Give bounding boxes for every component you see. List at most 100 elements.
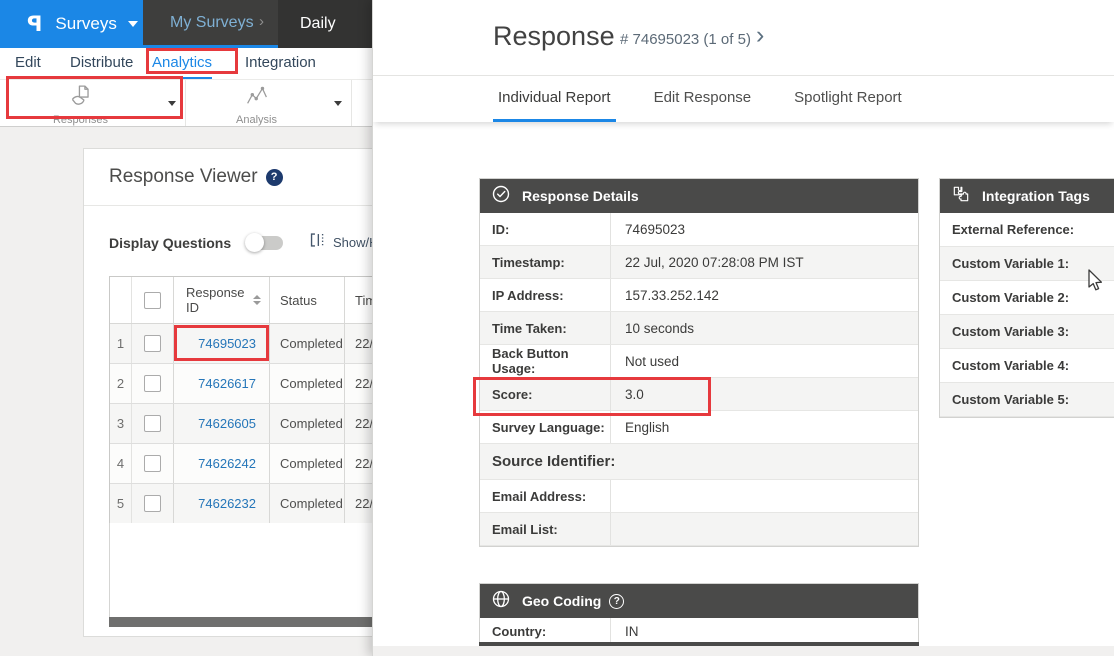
detail-row: ID:74695023 xyxy=(480,213,918,246)
sort-icon[interactable] xyxy=(253,295,261,305)
response-details-card: Response Details ID:74695023 Timestamp:2… xyxy=(479,178,919,547)
analysis-label: Analysis xyxy=(236,114,277,126)
response-viewer-title: Response Viewer xyxy=(109,166,258,188)
line-chart-icon xyxy=(244,83,270,113)
check-circle-icon xyxy=(491,184,511,209)
detail-row-score: Score:3.0 xyxy=(480,378,918,411)
geo-row: Country: IN xyxy=(480,618,918,644)
row-checkbox-cell xyxy=(132,484,174,523)
panel-header: Response # 74695023 (1 of 5) › xyxy=(373,0,1114,76)
row-checkbox[interactable] xyxy=(144,455,161,472)
top-navbar: P Surveys My Surveys › Daily xyxy=(0,0,400,48)
response-details-title: Response Details xyxy=(522,188,639,204)
table-row: 1 74695023 Completed 22/ xyxy=(110,324,398,364)
table-empty-area xyxy=(109,523,399,618)
row-number: 2 xyxy=(110,364,132,403)
panel-tabs: Individual Report Edit Response Spotligh… xyxy=(373,76,1114,122)
responses-caret-down-icon[interactable] xyxy=(168,101,176,106)
survey-menu: Edit Distribute Analytics Integration xyxy=(0,48,372,80)
integration-tag-row: Custom Variable 3: xyxy=(940,315,1114,349)
response-id-link[interactable]: 74626617 xyxy=(198,376,256,391)
table-header-row: Response ID Status Tim xyxy=(110,277,398,324)
geo-coding-card: Geo Coding ? Country: IN xyxy=(479,583,919,644)
response-viewer-header: Response Viewer ? xyxy=(84,149,382,206)
detail-row: Email List: xyxy=(480,513,918,546)
row-checkbox-cell xyxy=(132,364,174,403)
menu-item-distribute[interactable]: Distribute xyxy=(70,48,133,79)
responses-hand-icon xyxy=(68,83,94,113)
detail-row-source-identifier: Source Identifier: xyxy=(480,444,918,480)
detail-row: Time Taken:10 seconds xyxy=(480,312,918,345)
response-id-cell: 74626232 xyxy=(174,484,270,523)
panel-title: Response xyxy=(493,21,615,52)
status-cell: Completed xyxy=(270,484,345,523)
help-icon[interactable]: ? xyxy=(266,169,283,186)
logo-icon: P xyxy=(27,12,42,36)
horizontal-scrollbar[interactable] xyxy=(109,617,399,627)
status-cell: Completed xyxy=(270,404,345,443)
breadcrumb-separator: › xyxy=(259,0,264,45)
analysis-button[interactable]: Analysis xyxy=(186,80,352,126)
response-id-cell: 74695023 xyxy=(174,324,270,363)
show-hide-columns-button[interactable]: Show/H xyxy=(309,231,379,254)
menu-item-integration[interactable]: Integration xyxy=(245,48,316,79)
table-row: 3 74626605 Completed 22/ xyxy=(110,404,398,444)
menu-item-edit[interactable]: Edit xyxy=(15,48,41,79)
integration-tag-row: Custom Variable 4: xyxy=(940,349,1114,383)
row-checkbox-cell xyxy=(132,324,174,363)
display-questions-toggle[interactable] xyxy=(247,236,283,250)
status-cell: Completed xyxy=(270,364,345,403)
row-number: 3 xyxy=(110,404,132,443)
row-checkbox[interactable] xyxy=(144,335,161,352)
panel-subtitle: # 74695023 (1 of 5) xyxy=(620,31,751,48)
table-row: 5 74626232 Completed 22/ xyxy=(110,484,398,524)
row-checkbox[interactable] xyxy=(144,375,161,392)
tab-spotlight-report[interactable]: Spotlight Report xyxy=(789,76,907,122)
menu-item-analytics[interactable]: Analytics xyxy=(152,48,212,79)
integration-tag-row: Custom Variable 2: xyxy=(940,281,1114,315)
detail-row: Back Button Usage:Not used xyxy=(480,345,918,378)
response-id-link[interactable]: 74626232 xyxy=(198,496,256,511)
row-number: 4 xyxy=(110,444,132,483)
tab-individual-report[interactable]: Individual Report xyxy=(493,76,616,122)
geo-coding-title: Geo Coding xyxy=(522,593,601,609)
row-number: 5 xyxy=(110,484,132,523)
geo-coding-header: Geo Coding ? xyxy=(480,584,918,618)
integration-tag-row: Custom Variable 1: xyxy=(940,247,1114,281)
response-id-cell: 74626605 xyxy=(174,404,270,443)
integration-tags-title: Integration Tags xyxy=(982,188,1090,204)
geo-help-icon[interactable]: ? xyxy=(609,594,624,609)
integration-tag-row: Custom Variable 5: xyxy=(940,383,1114,417)
next-response-chevron[interactable]: › xyxy=(756,21,764,50)
product-switcher[interactable]: P Surveys xyxy=(0,0,143,48)
status-cell: Completed xyxy=(270,324,345,363)
row-checkbox[interactable] xyxy=(144,495,161,512)
responses-table: Response ID Status Tim 1 74695023 Comple… xyxy=(109,276,399,525)
response-id-link[interactable]: 74626605 xyxy=(198,416,256,431)
response-id-link[interactable]: 74626242 xyxy=(198,456,256,471)
header-status[interactable]: Status xyxy=(270,277,345,323)
row-number: 1 xyxy=(110,324,132,363)
table-row: 4 74626242 Completed 22/ xyxy=(110,444,398,484)
select-all-checkbox[interactable] xyxy=(144,292,161,309)
breadcrumb-my-surveys[interactable]: My Surveys xyxy=(170,0,254,45)
globe-icon xyxy=(491,589,511,614)
integration-tags-header: Integration Tags xyxy=(940,179,1114,213)
analysis-caret-down-icon[interactable] xyxy=(334,101,342,106)
detail-row: Email Address: xyxy=(480,480,918,513)
caret-down-icon xyxy=(128,21,138,27)
responses-button[interactable]: Responses xyxy=(0,80,186,126)
response-viewer-card: Response Viewer ? Display Questions Show… xyxy=(83,148,383,637)
header-row-number xyxy=(110,277,132,323)
header-response-id[interactable]: Response ID xyxy=(174,277,270,323)
response-id-cell: 74626617 xyxy=(174,364,270,403)
show-hide-columns-icon xyxy=(309,231,326,254)
tab-edit-response[interactable]: Edit Response xyxy=(649,76,757,122)
row-checkbox[interactable] xyxy=(144,415,161,432)
response-detail-panel: Response # 74695023 (1 of 5) › Individua… xyxy=(372,0,1114,656)
response-id-link[interactable]: 74695023 xyxy=(198,336,256,351)
toggle-knob xyxy=(245,233,264,252)
integration-tag-row: External Reference: xyxy=(940,213,1114,247)
app-screen: P Surveys My Surveys › Daily Edit Distri… xyxy=(0,0,1114,656)
status-cell: Completed xyxy=(270,444,345,483)
